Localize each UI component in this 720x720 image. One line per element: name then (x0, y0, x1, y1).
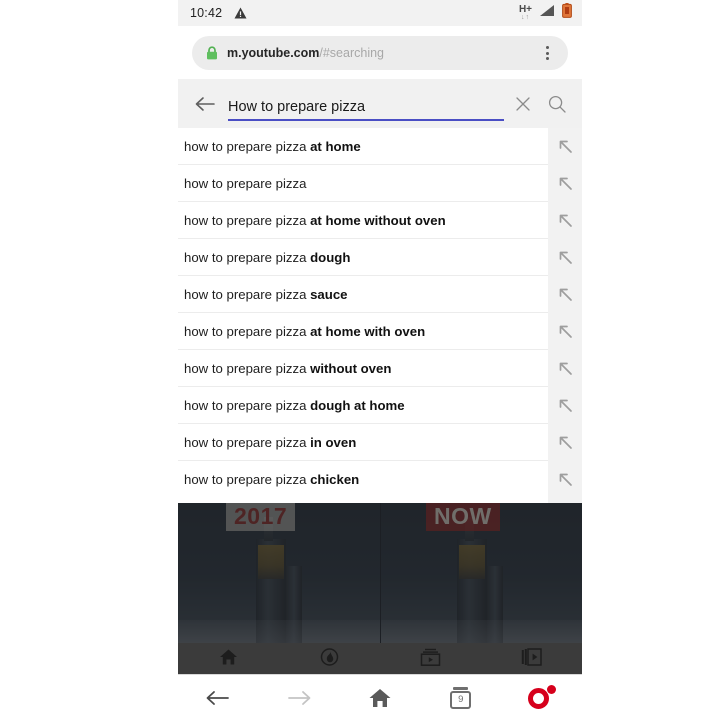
suggestion-text: how to prepare pizza without oven (184, 360, 392, 376)
forward-arrow-icon (288, 690, 311, 705)
building-detail (459, 545, 485, 579)
arrow-up-left-icon[interactable] (548, 424, 582, 461)
arrow-up-left-icon[interactable] (548, 313, 582, 350)
status-bar: 10:42 H+ ↓↑ (178, 0, 582, 26)
suggestion-text: how to prepare pizza at home with oven (184, 323, 426, 339)
search-input[interactable]: How to prepare pizza (228, 87, 504, 121)
back-arrow-icon[interactable] (188, 87, 222, 121)
arrow-up-left-icon[interactable] (548, 387, 582, 424)
list-item[interactable]: how to prepare pizza at home with oven (178, 313, 548, 350)
list-item[interactable]: how to prepare pizza dough at home (178, 387, 548, 424)
tab-counter-icon: 9 (450, 686, 472, 709)
suggestion-text: how to prepare pizza at home without ove… (184, 212, 446, 228)
kebab-menu-icon[interactable] (534, 40, 560, 66)
list-item[interactable]: how to prepare pizza without oven (178, 350, 548, 387)
status-bar-clock: 10:42 (190, 6, 223, 20)
home-icon (219, 648, 238, 671)
list-item[interactable]: how to prepare pizza in oven (178, 424, 548, 461)
search-suggestions-area: how to prepare pizza at home how to prep… (178, 128, 582, 503)
url-text: m.youtube.com/#searching (227, 46, 384, 60)
flame-icon (320, 648, 339, 671)
skyline-haze (381, 620, 582, 644)
arrow-up-left-icon[interactable] (548, 350, 582, 387)
browser-url-bar-container: m.youtube.com/#searching (178, 26, 582, 79)
status-bar-indicators: H+ ↓↑ (519, 3, 572, 23)
signal-bars-icon (539, 4, 555, 22)
suggestion-list: how to prepare pizza at home how to prep… (178, 128, 548, 503)
thumbnail-badge-right: NOW (426, 503, 500, 532)
youtube-search-header: How to prepare pizza (178, 79, 582, 128)
back-button[interactable] (178, 675, 259, 720)
arrow-up-left-icon[interactable] (548, 165, 582, 202)
library-icon (521, 648, 542, 671)
arrow-up-left-icon[interactable] (548, 128, 582, 165)
suggestion-fill-column (548, 128, 582, 503)
close-x-icon[interactable] (506, 87, 540, 121)
network-type-icon: H+ ↓↑ (519, 5, 532, 22)
suggestion-text: how to prepare pizza dough at home (184, 397, 405, 413)
phone-viewport: 10:42 H+ ↓↑ m.youtube.com/#searching How… (178, 0, 582, 720)
thumbnail-badge-left: 2017 (226, 503, 296, 532)
tab-switcher-button[interactable]: 9 (420, 675, 501, 720)
home-button[interactable] (340, 675, 421, 720)
url-path: /#searching (319, 46, 384, 60)
back-arrow-icon (206, 690, 230, 705)
list-item[interactable]: how to prepare pizza at home (178, 128, 548, 165)
battery-icon (562, 3, 572, 23)
skyline-haze (178, 620, 380, 644)
warning-triangle-icon (234, 7, 247, 19)
list-item[interactable]: how to prepare pizza dough (178, 239, 548, 276)
tab-counter-box: 9 (450, 690, 472, 709)
suggestion-text: how to prepare pizza at home (184, 138, 361, 154)
list-item[interactable]: how to prepare pizza at home without ove… (178, 202, 548, 239)
subscriptions-icon (420, 648, 441, 671)
arrow-up-left-icon[interactable] (548, 202, 582, 239)
search-input-value: How to prepare pizza (228, 98, 366, 115)
screenshot-root: 10:42 H+ ↓↑ m.youtube.com/#searching How… (0, 0, 720, 720)
url-bar[interactable]: m.youtube.com/#searching (192, 36, 568, 70)
tab-counter-value: 9 (458, 693, 464, 705)
search-magnifier-icon[interactable] (540, 87, 574, 121)
suggestion-text: how to prepare pizza in oven (184, 434, 357, 450)
arrow-up-left-icon[interactable] (548, 239, 582, 276)
suggestion-text: how to prepare pizza (184, 175, 307, 191)
url-host: m.youtube.com (227, 46, 320, 60)
tab-counter-top-bar (453, 686, 469, 690)
list-item[interactable]: how to prepare pizza chicken (178, 461, 548, 498)
arrow-up-left-icon[interactable] (548, 276, 582, 313)
opera-menu-button[interactable] (501, 675, 582, 720)
opera-logo-icon (527, 684, 556, 711)
suggestion-text: how to prepare pizza dough (184, 249, 351, 265)
building-detail (258, 545, 284, 579)
arrow-up-left-icon[interactable] (548, 461, 582, 498)
forward-button (259, 675, 340, 720)
list-item[interactable]: how to prepare pizza (178, 165, 548, 202)
browser-bottom-nav: 9 (178, 674, 582, 720)
suggestion-text: how to prepare pizza sauce (184, 286, 348, 302)
list-item[interactable]: how to prepare pizza sauce (178, 276, 548, 313)
network-traffic-arrows: ↓↑ (520, 14, 530, 21)
suggestion-text: how to prepare pizza chicken (184, 472, 360, 487)
page-content-backdrop: 2017 NOW Home (178, 503, 582, 690)
lock-icon (206, 46, 218, 60)
home-icon (369, 688, 391, 707)
